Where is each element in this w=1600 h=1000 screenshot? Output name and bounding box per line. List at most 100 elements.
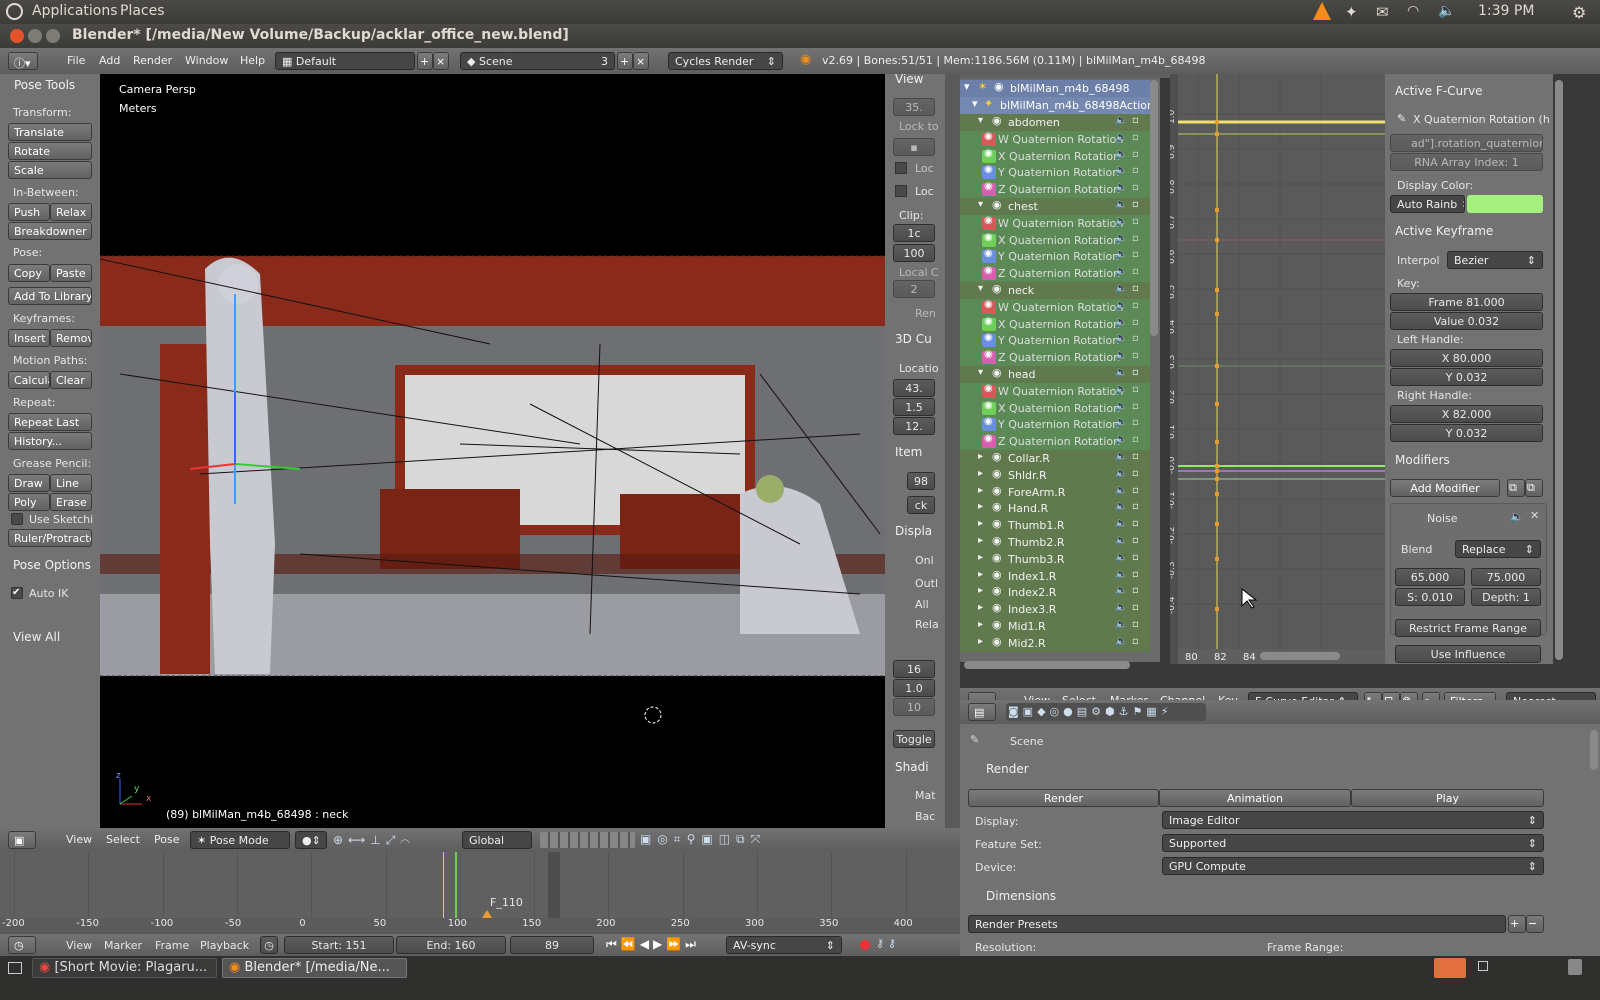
dropbox-icon[interactable]: ✦ bbox=[1345, 3, 1358, 21]
mute-icon[interactable]: 🔈 bbox=[1115, 619, 1127, 630]
eye-icon[interactable]: ◉ bbox=[992, 635, 1002, 648]
shading-dropdown[interactable]: ●⇕ bbox=[295, 831, 327, 849]
fcurve-channel-row[interactable]: ◉ Y Quaternion Rotation 🔈 ▫ bbox=[960, 416, 1150, 434]
grid-scale-field[interactable]: 1.0 bbox=[893, 679, 935, 697]
use-influence-toggle[interactable]: Use Influence bbox=[1395, 645, 1541, 663]
remove-scene-button[interactable]: × bbox=[633, 52, 649, 70]
fcurve-channel-row[interactable]: ◉ Z Quaternion Rotation 🔈 ▫ bbox=[960, 349, 1150, 367]
lock-icon[interactable]: ▫ bbox=[1132, 518, 1139, 529]
calculate-paths-button[interactable]: Calcula bbox=[8, 371, 50, 389]
lock-icon[interactable]: ▫ bbox=[1132, 132, 1139, 143]
rotate-button[interactable]: Rotate bbox=[8, 142, 92, 160]
lock-icon[interactable]: ▫ bbox=[1132, 501, 1139, 512]
lock-icon[interactable]: ▫ bbox=[1132, 115, 1139, 126]
device-dropdown[interactable]: GPU Compute ⇕ bbox=[1162, 857, 1544, 875]
timeline-menu-frame[interactable]: Frame bbox=[155, 939, 189, 952]
collapsed-arrow-icon[interactable]: ▸ bbox=[978, 485, 983, 496]
mute-icon[interactable]: 🔈 bbox=[1115, 199, 1127, 210]
view3d-menu-view[interactable]: View bbox=[66, 833, 92, 846]
render-presets-dropdown[interactable]: Render Presets bbox=[968, 915, 1506, 933]
eye-icon[interactable]: ◉ bbox=[992, 517, 1002, 530]
clip-end-field[interactable]: 100 bbox=[893, 244, 935, 262]
lock-icon[interactable]: ▫ bbox=[1132, 619, 1139, 630]
channel-group-row[interactable]: ▸ ◉ Shldr.R 🔈 ▫ bbox=[960, 466, 1150, 484]
lock-icon[interactable]: ▫ bbox=[1132, 585, 1139, 596]
eye-icon[interactable]: ◉ bbox=[984, 316, 993, 327]
keying-set-icons[interactable]: ⚷⚷ bbox=[876, 937, 956, 953]
channel-group-row[interactable]: ▸ ◉ Collar.R 🔈 ▫ bbox=[960, 450, 1150, 467]
fcurve-channel-row[interactable]: ◉ Z Quaternion Rotation 🔈 ▫ bbox=[960, 265, 1150, 283]
eye-icon[interactable]: ◉ bbox=[992, 467, 1002, 480]
eye-icon[interactable]: ◉ bbox=[984, 215, 993, 226]
eye-icon[interactable]: ◉ bbox=[984, 349, 993, 360]
layer-buttons[interactable] bbox=[540, 832, 635, 848]
lock-icon[interactable]: ▫ bbox=[1132, 149, 1139, 160]
interpolation-dropdown[interactable]: Bezier ⇕ bbox=[1447, 251, 1543, 269]
mute-icon[interactable]: 🔈 bbox=[1115, 350, 1127, 361]
fcurve-graph-area[interactable]: 1.0 0.9 0.8 0.7 0.6 0.5 0.4 0.3 0.2 0.1 -0.0 -0.1 -0… bbox=[1170, 74, 1385, 664]
wifi-icon[interactable]: ◠ bbox=[1407, 3, 1419, 19]
blend-dropdown[interactable]: Replace ⇕ bbox=[1455, 540, 1541, 558]
pose-options-header[interactable]: Pose Options bbox=[13, 558, 91, 572]
fcurve-channel-row[interactable]: ◉ X Quaternion Rotation 🔈 ▫ bbox=[960, 315, 1150, 333]
menu-help[interactable]: Help bbox=[240, 54, 265, 67]
eye-icon[interactable]: ◉ bbox=[984, 148, 993, 159]
active-keyframe-header[interactable]: Active Keyframe bbox=[1395, 224, 1493, 238]
transform-orientation-dropdown[interactable]: Global bbox=[462, 831, 532, 849]
gp-line-button[interactable]: Line bbox=[50, 474, 92, 492]
snap-render-icons[interactable]: ▣◎⌗⚲▣◫⧉⤧ bbox=[640, 832, 820, 848]
collapsed-arrow-icon[interactable]: ▸ bbox=[978, 535, 983, 546]
expand-arrow-icon[interactable]: ▾ bbox=[972, 97, 978, 110]
display-dropdown[interactable]: Image Editor ⇕ bbox=[1162, 811, 1544, 829]
marker-triangle-icon[interactable] bbox=[482, 910, 492, 918]
eye-icon[interactable]: ◉ bbox=[984, 332, 993, 343]
clear-paths-button[interactable]: Clear bbox=[50, 371, 92, 389]
fcurve-panel-scrollbar[interactable] bbox=[1555, 80, 1563, 660]
remove-keyframe-button[interactable]: Remov bbox=[50, 329, 92, 347]
menu-add[interactable]: Add bbox=[99, 54, 120, 67]
eye-icon[interactable]: ◉ bbox=[992, 366, 1002, 379]
context-tabs[interactable]: ◙▣◆◎●▤⚙⬢⚓⚑▦⚡ bbox=[1006, 703, 1206, 721]
eye-icon[interactable]: ◉ bbox=[992, 198, 1002, 211]
close-window-button[interactable] bbox=[10, 29, 24, 43]
channel-hscrollbar[interactable] bbox=[964, 661, 1130, 669]
timeline-menu-playback[interactable]: Playback bbox=[200, 939, 249, 952]
mute-icon[interactable]: 🔈 bbox=[1115, 266, 1127, 277]
ruler-protractor-button[interactable]: Ruler/Protracto bbox=[8, 529, 92, 547]
mute-icon[interactable]: 🔈 bbox=[1115, 367, 1127, 378]
lock-icon[interactable]: ▫ bbox=[1132, 434, 1139, 445]
mail-icon[interactable]: ✉ bbox=[1376, 3, 1389, 21]
lock-icon[interactable]: ▫ bbox=[1132, 333, 1139, 344]
mute-icon[interactable]: 🔈 bbox=[1115, 283, 1127, 294]
workspace-switcher[interactable] bbox=[1434, 958, 1466, 978]
channel-action-row[interactable]: ▾ ✦ blMilMan_m4b_68498Action bbox=[960, 97, 1154, 114]
mute-icon[interactable]: 🔈 bbox=[1115, 165, 1127, 176]
channel-group-row[interactable]: ▾ ◉ abdomen 🔈 ▫ bbox=[960, 114, 1150, 131]
task-chromium[interactable]: ◉ [Short Movie: Plagaru... bbox=[32, 958, 217, 978]
scale-button[interactable]: Scale bbox=[8, 161, 92, 179]
expand-arrow-icon[interactable]: ▾ bbox=[978, 199, 983, 210]
properties-scrollbar[interactable] bbox=[1590, 730, 1598, 770]
eye-icon[interactable]: ◉ bbox=[992, 114, 1002, 127]
mute-icon[interactable]: 🔈 bbox=[1115, 132, 1127, 143]
eye-icon[interactable]: ◉ bbox=[984, 383, 993, 394]
view3d-editor-type-button[interactable]: ▣ bbox=[8, 831, 36, 849]
toggle-quad-view-button[interactable]: Toggle bbox=[893, 730, 935, 748]
volume-icon[interactable]: 🔈 bbox=[1438, 3, 1455, 19]
show-desktop-icon[interactable] bbox=[8, 962, 22, 974]
active-fcurve-header[interactable]: Active F-Curve bbox=[1395, 84, 1483, 98]
mute-icon[interactable]: 🔈 bbox=[1510, 510, 1524, 523]
mute-icon[interactable]: 🔈 bbox=[1115, 115, 1127, 126]
lock-icon[interactable]: ▫ bbox=[1132, 552, 1139, 563]
fcurve-channel-row[interactable]: ◉ Y Quaternion Rotation 🔈 ▫ bbox=[960, 164, 1150, 182]
render-panel-header[interactable]: Render bbox=[986, 762, 1029, 776]
eye-icon[interactable]: ◉ bbox=[984, 232, 993, 243]
remove-preset-button[interactable]: − bbox=[1526, 915, 1544, 933]
mute-icon[interactable]: 🔈 bbox=[1115, 317, 1127, 328]
translate-button[interactable]: Translate bbox=[8, 123, 92, 141]
dimensions-panel-header[interactable]: Dimensions bbox=[986, 889, 1056, 903]
mute-icon[interactable]: 🔈 bbox=[1115, 585, 1127, 596]
view-panel-header[interactable]: View bbox=[895, 74, 923, 86]
mute-icon[interactable]: 🔈 bbox=[1115, 501, 1127, 512]
channel-group-row[interactable]: ▸ ◉ Thumb3.R 🔈 ▫ bbox=[960, 550, 1150, 568]
